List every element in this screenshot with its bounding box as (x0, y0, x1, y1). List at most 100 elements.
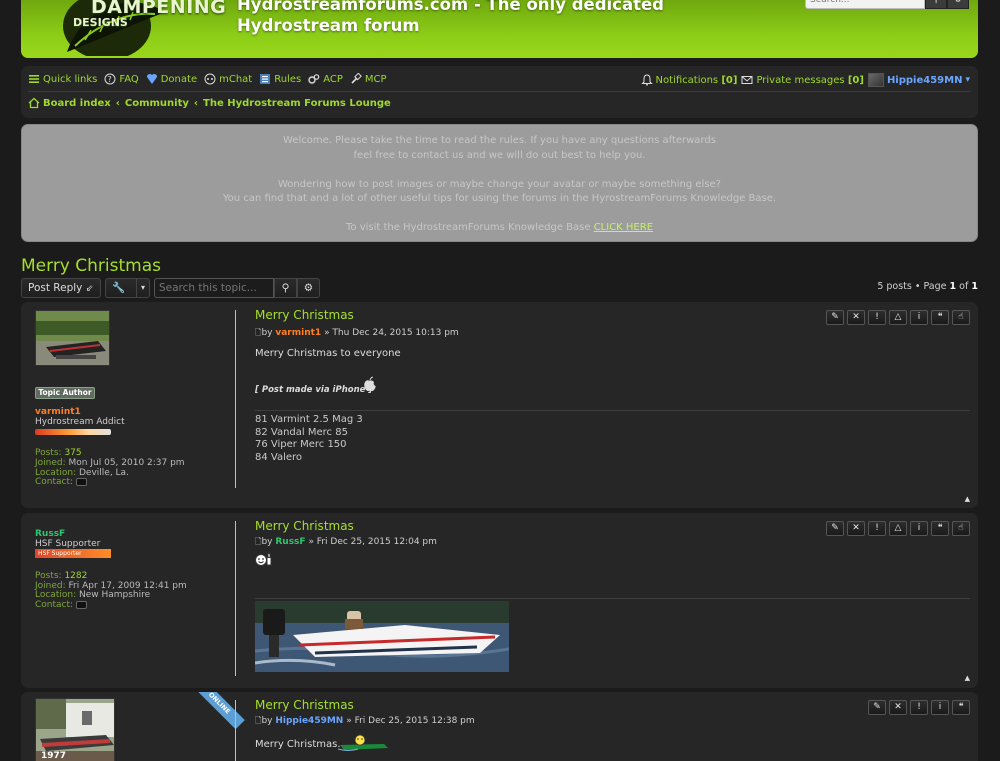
breadcrumb-forum[interactable]: The Hydrostream Forums Lounge (203, 98, 391, 109)
quote-button[interactable]: ❝ (952, 700, 970, 715)
back-to-top-icon[interactable]: ▲ (965, 674, 970, 682)
by-label: by (261, 716, 273, 726)
faq-link[interactable]: ? FAQ (104, 73, 139, 85)
acp-link[interactable]: ACP (308, 73, 343, 85)
post-title[interactable]: Merry Christmas (255, 308, 354, 322)
chevron-down-icon: ▾ (140, 283, 145, 292)
bell-icon (640, 74, 653, 86)
rank-image: HSF Supporter (35, 549, 111, 558)
post-author[interactable]: varmint1 (35, 407, 81, 417)
topic-tools-button[interactable]: 🔧 (105, 278, 137, 298)
topic-tools-dropdown[interactable]: ▾ (136, 278, 150, 298)
stat-label: Posts: (35, 448, 62, 458)
report-button[interactable]: ! (868, 521, 886, 536)
announcement-box: Welcome. Please take the time to read th… (21, 124, 978, 242)
info-button[interactable]: i (910, 310, 928, 325)
wrench-icon: 🔧 (112, 282, 126, 294)
user-rank: Hydrostream Addict (35, 417, 125, 427)
post-meta: 🗋by RussF » Fri Dec 25, 2015 12:04 pm (255, 536, 437, 550)
quick-links-label: Quick links (43, 73, 98, 85)
acp-label: ACP (323, 73, 343, 85)
user-avatar[interactable] (867, 73, 884, 87)
post-author-link[interactable]: Hippie459MN (275, 716, 343, 726)
warn-button[interactable]: △ (889, 521, 907, 536)
logo-subtitle: DESIGNS (73, 16, 128, 29)
post-author-link[interactable]: RussF (275, 537, 305, 547)
signature-divider (255, 598, 970, 599)
report-button[interactable]: ! (910, 700, 928, 715)
notifications-count: [0] (721, 74, 738, 86)
breadcrumb-board-index[interactable]: Board index (43, 98, 111, 109)
announcement-line: You can find that and a lot of other use… (222, 193, 777, 204)
post-title[interactable]: Merry Christmas (255, 698, 354, 712)
post-buttons: ✎ ✕ ! △ i ❝ ☝ (823, 521, 970, 536)
thumbs-up-icon[interactable]: ☝ (952, 521, 970, 536)
page-current: 1 (949, 281, 957, 292)
post-title[interactable]: Merry Christmas (255, 519, 354, 533)
navbar: Quick links ? FAQ Donate mChat Rules ACP… (21, 66, 978, 118)
info-button[interactable]: i (910, 521, 928, 536)
quick-links-menu[interactable]: Quick links (28, 73, 97, 85)
report-button[interactable]: ! (868, 310, 886, 325)
breadcrumb-community[interactable]: Community (125, 98, 189, 109)
thumbs-up-icon[interactable]: ☝ (952, 310, 970, 325)
quote-button[interactable]: ❝ (931, 310, 949, 325)
delete-button[interactable]: ✕ (847, 521, 865, 536)
post-buttons: ✎ ✕ ! △ i ❝ ☝ (823, 310, 970, 325)
post-author-link[interactable]: varmint1 (275, 328, 321, 338)
username-menu[interactable]: Hippie459MN (887, 75, 963, 86)
edit-button[interactable]: ✎ (826, 521, 844, 536)
contact-icon[interactable] (76, 600, 88, 609)
quote-button[interactable]: ❝ (931, 521, 949, 536)
cogs-icon (308, 74, 320, 84)
reply-arrow-icon: ⇙ (85, 284, 94, 294)
signature-line: 76 Viper Merc 150 (255, 439, 347, 450)
pm-label: Private messages (756, 74, 845, 86)
gear-icon[interactable]: ⚙ (947, 0, 969, 9)
stat-label: Contact: (35, 477, 74, 487)
post-reply-button[interactable]: Post Reply ⇙ (21, 278, 101, 298)
post-date: » Fri Dec 25, 2015 12:38 pm (346, 716, 475, 726)
search-icon[interactable]: ⚲ (925, 0, 947, 9)
nav-divider (28, 91, 971, 92)
knowledge-base-link[interactable]: CLICK HERE (594, 222, 653, 233)
topic-search-input[interactable] (154, 278, 274, 298)
post: ONLINE 1977 Merry Christmas 🗋by Hippie45… (21, 692, 978, 761)
mchat-link[interactable]: mChat (204, 73, 252, 85)
donate-link[interactable]: Donate (146, 73, 197, 85)
warn-button[interactable]: △ (889, 310, 907, 325)
post-content: Merry Christmas to everyone (255, 348, 401, 359)
contact-icon[interactable] (76, 477, 88, 486)
mcp-link[interactable]: MCP (350, 73, 387, 85)
avatar-year-label: 1977 (41, 751, 67, 761)
mchat-label: mChat (219, 73, 253, 85)
info-button[interactable]: i (931, 700, 949, 715)
post-content: Merry Christmas. (255, 739, 341, 750)
back-to-top-icon[interactable]: ▲ (965, 495, 970, 503)
signature: 81 Varmint 2.5 Mag 3 82 Vandal Merc 85 7… (255, 414, 363, 464)
page-total: 1 (971, 281, 978, 292)
topic-search-button[interactable]: ⚲ (274, 278, 297, 298)
post-count-link[interactable]: 1282 (64, 571, 87, 581)
post-count-link[interactable]: 375 (64, 448, 81, 458)
signature-image (255, 601, 509, 672)
rules-link[interactable]: Rules (259, 73, 301, 85)
advanced-search-button[interactable]: ⚙ (297, 278, 320, 298)
topic-title[interactable]: Merry Christmas (21, 256, 161, 276)
edit-button[interactable]: ✎ (868, 700, 886, 715)
header-search-input[interactable] (805, 0, 925, 9)
post-divider (235, 521, 236, 676)
signature-line: 81 Varmint 2.5 Mag 3 (255, 414, 363, 425)
announcement-line: feel free to contact us and we will do o… (353, 149, 646, 161)
notifications-link[interactable]: Notifications [0] (640, 74, 738, 86)
delete-button[interactable]: ✕ (847, 310, 865, 325)
post-divider (235, 310, 236, 488)
private-messages-link[interactable]: Private messages [0] (741, 74, 864, 86)
post-author[interactable]: RussF (35, 529, 65, 539)
gear-icon: ⚙ (303, 282, 314, 294)
user-avatar[interactable] (35, 310, 110, 366)
boat-smiley-icon (338, 734, 388, 751)
delete-button[interactable]: ✕ (889, 700, 907, 715)
edit-button[interactable]: ✎ (826, 310, 844, 325)
chevron-down-icon[interactable]: ▾ (965, 75, 970, 85)
